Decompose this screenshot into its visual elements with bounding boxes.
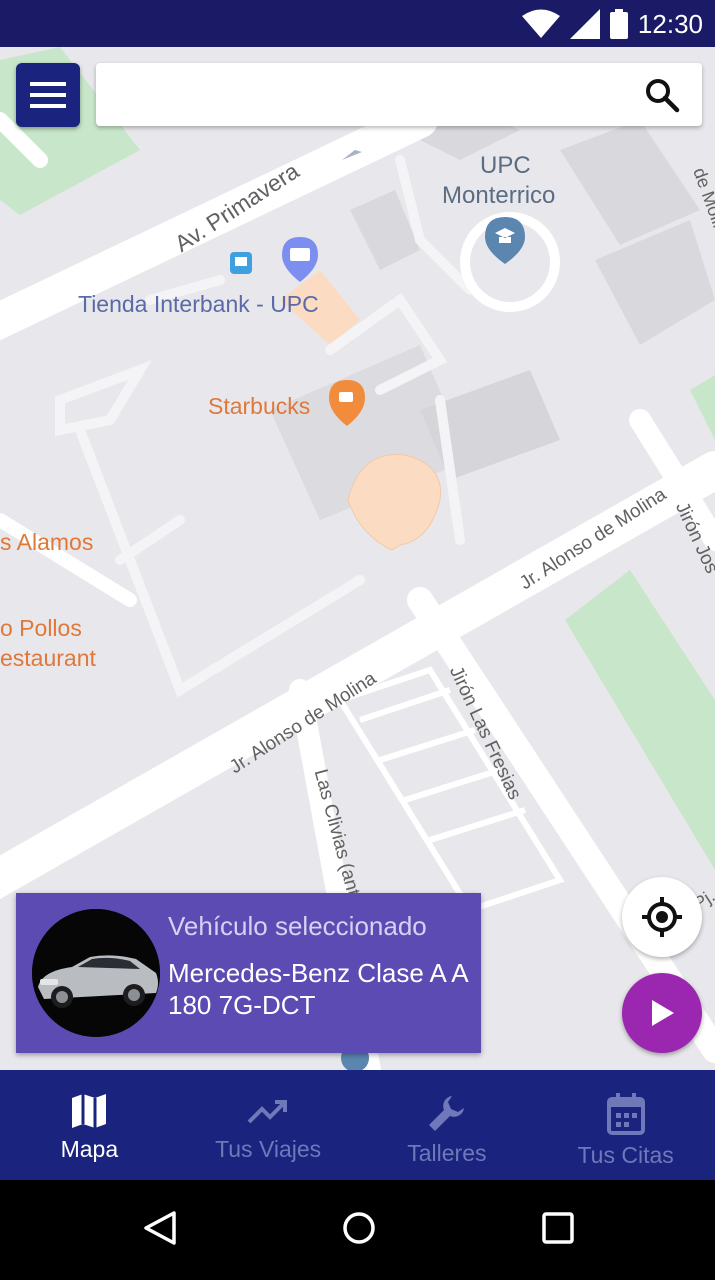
selected-vehicle-card[interactable]: Vehículo seleccionado Mercedes-Benz Clas…	[16, 893, 481, 1053]
poi-label: Tienda Interbank - UPC	[78, 291, 319, 317]
bottom-navigation: Mapa Tus Viajes Talleres Tus Citas	[0, 1070, 715, 1180]
poi-label: o Pollos	[0, 615, 82, 641]
nav-label: Talleres	[407, 1140, 487, 1166]
home-icon[interactable]	[341, 1210, 377, 1246]
my-location-button[interactable]	[622, 877, 702, 957]
back-icon[interactable]	[142, 1210, 178, 1246]
poi-label: Starbucks	[208, 393, 311, 419]
cell-signal-icon	[569, 9, 600, 39]
start-trip-button[interactable]	[622, 973, 702, 1053]
park-area	[565, 570, 715, 870]
menu-button[interactable]	[16, 63, 80, 127]
nav-item-talleres[interactable]: Talleres	[358, 1070, 537, 1180]
vehicle-name: Mercedes-Benz Clase A A 180 7G-DCT	[168, 958, 468, 1020]
nav-label: Tus Citas	[577, 1142, 674, 1168]
poi-label: estaurant	[0, 645, 96, 671]
vehicle-photo	[32, 909, 160, 1037]
park-area	[690, 375, 715, 440]
nav-label: Mapa	[60, 1136, 119, 1162]
status-bar: 12:30	[0, 0, 715, 47]
hamburger-menu-icon	[30, 82, 66, 108]
status-icons: 12:30	[521, 6, 703, 42]
map-icon	[72, 1094, 107, 1128]
android-navigation-bar	[0, 1180, 715, 1280]
poi-label: Monterrico	[442, 182, 556, 209]
nav-item-tus-viajes[interactable]: Tus Viajes	[179, 1070, 358, 1180]
status-time: 12:30	[637, 8, 703, 39]
nav-item-mapa[interactable]: Mapa	[0, 1070, 179, 1180]
my-location-icon	[642, 897, 682, 937]
wrench-icon	[428, 1096, 464, 1131]
search-icon[interactable]	[644, 77, 680, 113]
wifi-icon	[521, 9, 560, 38]
calendar-icon	[606, 1093, 645, 1135]
recents-icon[interactable]	[541, 1211, 575, 1245]
vehicle-caption: Vehículo seleccionado	[168, 911, 427, 941]
play-icon	[652, 1000, 674, 1026]
nav-item-tus-citas[interactable]: Tus Citas	[536, 1070, 715, 1180]
poi-label: s Alamos	[0, 529, 94, 555]
poi-label: UPC	[480, 152, 531, 179]
nav-label: Tus Viajes	[215, 1136, 322, 1162]
building-block	[595, 220, 715, 345]
bank-marker-icon	[282, 237, 318, 282]
search-input[interactable]	[110, 73, 634, 117]
bus-stop-icon	[230, 252, 252, 274]
trending-up-icon	[247, 1100, 288, 1124]
search-bar[interactable]	[96, 63, 702, 126]
battery-icon	[609, 9, 628, 39]
